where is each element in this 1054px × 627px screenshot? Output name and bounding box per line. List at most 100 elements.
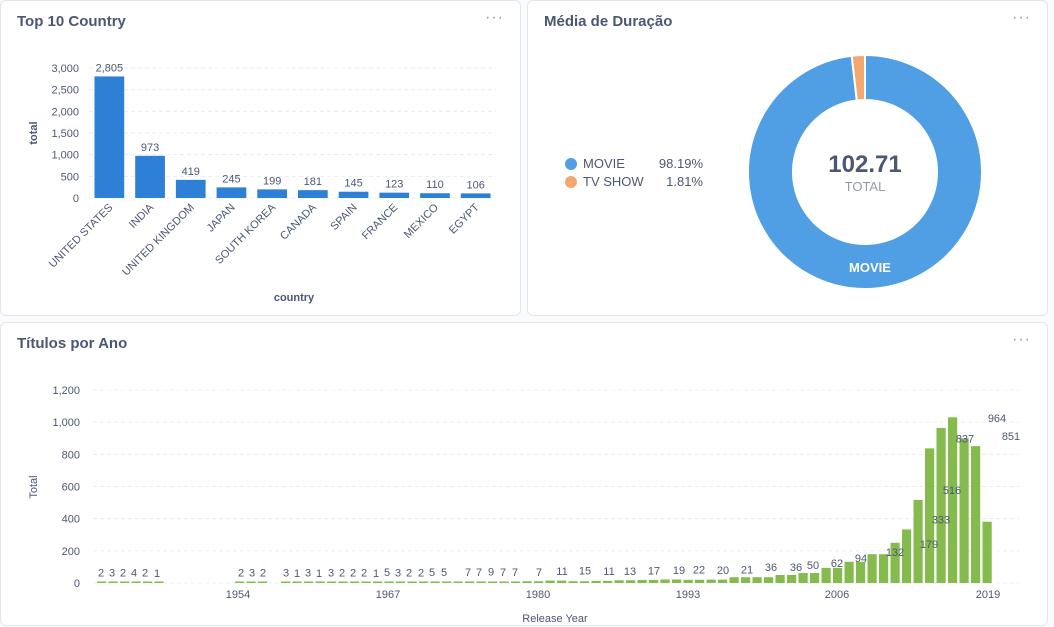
data-label: 973 (141, 142, 159, 154)
bar (718, 579, 728, 583)
x-tick-label: INDIA (127, 201, 157, 231)
data-label: 106 (466, 179, 484, 191)
bar (338, 191, 369, 198)
data-label: 1 (316, 568, 322, 580)
bar (545, 580, 555, 583)
x-tick-label: MEXICO (402, 201, 441, 240)
data-label: 964 (988, 413, 1006, 425)
data-label: 11 (556, 566, 567, 578)
donut-center-label: TOTAL (845, 179, 886, 194)
data-label: 2 (406, 568, 412, 580)
bar (499, 581, 509, 583)
y-tick-label: 1,000 (52, 417, 80, 429)
bar (810, 573, 820, 583)
x-tick-label: 1954 (226, 589, 250, 601)
data-label: 837 (956, 433, 974, 445)
x-tick-label: EGYPT (447, 201, 482, 236)
bar (407, 581, 417, 583)
bar (361, 581, 371, 583)
bar (557, 580, 567, 583)
data-label: 3 (283, 568, 289, 580)
bar (522, 581, 532, 583)
top10-country-chart: 0 500 1,000 1,500 2,000 2,500 3,000 2,805 UNITED… (28, 62, 496, 304)
data-label: 110 (426, 179, 444, 191)
card-media-duracao: Média de Duração ··· MOVIE 98.19% TV SHO… (527, 0, 1048, 316)
data-label: 7 (476, 567, 482, 579)
data-label: 1 (373, 568, 379, 580)
data-label: 2,805 (96, 62, 124, 74)
y-tick-label: 2,000 (51, 106, 79, 118)
data-label: 516 (943, 485, 961, 497)
bar (764, 577, 774, 583)
bar (465, 581, 475, 583)
bar (626, 580, 636, 583)
data-label: 9 (488, 567, 494, 579)
data-label: 3 (249, 568, 255, 580)
data-label: 21 (741, 565, 753, 577)
data-label: 5 (384, 567, 390, 579)
data-label: 3 (109, 568, 115, 580)
data-label: 17 (648, 565, 660, 577)
bar (833, 567, 843, 583)
bar (154, 581, 164, 583)
bar (460, 193, 491, 198)
data-label: 245 (222, 173, 240, 185)
bar (108, 581, 118, 583)
data-label: 7 (465, 567, 471, 579)
data-label: 3 (395, 568, 401, 580)
bar (292, 581, 302, 583)
data-label: 123 (385, 179, 403, 191)
bar (729, 577, 739, 583)
bar (281, 581, 291, 583)
data-label: 62 (831, 558, 843, 570)
bar (706, 579, 716, 583)
bar (131, 581, 141, 583)
bar (695, 579, 705, 583)
media-duracao-donut: 102.71TOTAL MOVIE (747, 53, 983, 290)
data-label: 2 (120, 568, 126, 580)
bar (338, 581, 348, 583)
x-tick-label: 2006 (825, 589, 849, 601)
data-label: 13 (624, 566, 636, 578)
donut-slice-label: MOVIE (849, 260, 891, 275)
bar (476, 581, 486, 583)
bar (580, 581, 590, 583)
bar (216, 187, 247, 198)
bar (672, 579, 682, 583)
data-label: 2 (260, 568, 266, 580)
data-label: 181 (304, 176, 322, 188)
bar (591, 580, 601, 583)
bar (327, 581, 337, 583)
y-tick-label: 1,000 (51, 150, 79, 162)
bar (419, 581, 429, 583)
bar (143, 581, 153, 583)
bar (453, 581, 463, 583)
data-label: 20 (717, 565, 729, 577)
x-tick-label: 2019 (976, 589, 1000, 601)
x-tick-label: SPAIN (328, 202, 359, 233)
bar (488, 581, 498, 583)
bar (384, 581, 394, 583)
data-label: 145 (344, 178, 362, 190)
data-label: 1 (154, 568, 160, 580)
bar (683, 579, 693, 583)
x-tick-label: 1980 (526, 589, 550, 601)
bar (442, 581, 452, 583)
data-label: 11 (603, 566, 614, 578)
data-label: 2 (339, 568, 345, 580)
bar (534, 581, 544, 583)
x-tick-label: UNITED KINGDOM (120, 202, 197, 279)
data-label: 419 (182, 166, 200, 178)
data-label: 5 (429, 567, 435, 579)
bar (971, 446, 981, 583)
y-tick-label: 0 (73, 193, 79, 205)
data-label: 15 (579, 566, 591, 578)
x-axis-label: country (274, 292, 315, 304)
data-label: 2 (418, 568, 424, 580)
data-label: 19 (673, 565, 685, 577)
data-label: 333 (932, 514, 950, 526)
bar (373, 581, 383, 583)
bar (304, 581, 314, 583)
bar (257, 189, 288, 198)
donut-center-value: 102.71 (828, 151, 901, 178)
